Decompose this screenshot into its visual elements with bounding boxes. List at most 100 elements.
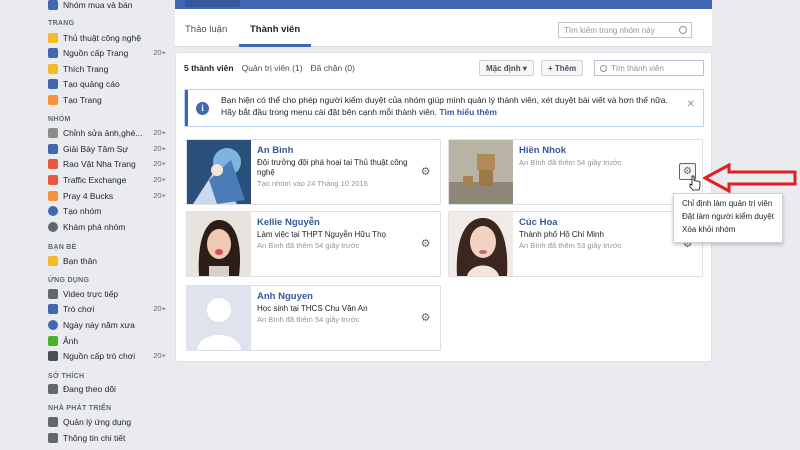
sidebar-item-insights[interactable]: Thông tin chi tiết — [48, 431, 166, 444]
plus-icon — [48, 205, 58, 216]
sidebar-item-create-ad[interactable]: Tạo quảng cáo — [48, 77, 166, 90]
member-card: Cúc Hoa Thành phố Hồ Chí Minh An Bình đã… — [448, 211, 703, 277]
feed-icon — [48, 47, 58, 58]
sidebar-item-live-video[interactable]: Video trực tiếp — [48, 287, 166, 300]
group-cover — [175, 0, 712, 9]
sidebar-item-games[interactable]: Trò chơi 20+ — [48, 302, 166, 315]
sidebar-item-discover-groups[interactable]: Khám phá nhóm — [48, 220, 166, 233]
member-options-menu: Chỉ định làm quản trị viên Đặt làm người… — [673, 193, 783, 243]
tab-all-members[interactable]: 5 thành viên — [184, 63, 234, 73]
sidebar-item-group-photo-edit[interactable]: Chỉnh sửa ảnh,ghé... 20+ — [48, 126, 166, 139]
avatar[interactable] — [187, 140, 251, 204]
annotation-arrow-icon — [703, 163, 797, 193]
cover-badge — [185, 0, 240, 7]
member-description: Học sinh tại THCS Chu Văn An — [257, 304, 368, 313]
sidebar-item-close-friends[interactable]: Bạn thân — [48, 254, 166, 267]
tab-admins[interactable]: Quản trị viên (1) — [242, 63, 303, 73]
member-name[interactable]: Anh Nguyen — [257, 291, 417, 302]
sidebar-section-pages: TRANG — [48, 20, 75, 27]
controller-icon — [48, 350, 58, 361]
member-meta: An Bình đã thêm 54 giây trước — [257, 315, 360, 324]
left-sidebar: Nhóm mua và bán TRANG Thủ thuật công ngh… — [0, 0, 168, 450]
sidebar-section-groups: NHÓM — [48, 116, 71, 123]
close-icon[interactable]: ✕ — [687, 99, 695, 111]
member-filter-tabs: 5 thành viên Quản trị viên (1) Đã chặn (… — [184, 63, 355, 73]
sidebar-item-create-page[interactable]: Tạo Trang — [48, 93, 166, 106]
compass-icon — [48, 221, 58, 232]
page-icon — [48, 383, 58, 394]
sidebar-item-like-pages[interactable]: Thích Trang — [48, 62, 166, 75]
sidebar-item-group-traffic[interactable]: Traffic Exchange 20+ — [48, 173, 166, 186]
add-member-button[interactable]: + Thêm — [541, 60, 584, 76]
member-name[interactable]: Hiền Nhok — [519, 145, 679, 156]
sidebar-item-buy-sell-groups[interactable]: Nhóm mua và bán — [48, 0, 166, 11]
member-name[interactable]: An Bình — [257, 145, 417, 156]
avatar[interactable] — [449, 140, 513, 204]
member-name[interactable]: Kellie Nguyễn — [257, 217, 417, 228]
tab-blocked[interactable]: Đã chặn (0) — [311, 63, 355, 73]
sidebar-section-friends: BẠN BÈ — [48, 244, 77, 251]
member-card: Anh Nguyen Học sinh tại THCS Chu Văn An … — [186, 285, 441, 351]
member-description: Đội trưởng đội phá hoại tại Thủ thuật cô… — [257, 158, 408, 177]
group-icon — [48, 143, 58, 154]
gear-icon[interactable]: ⚙ — [420, 239, 431, 250]
sidebar-item-games-feed[interactable]: Nguồn cấp trò chơi 20+ — [48, 349, 166, 362]
sidebar-item-photos[interactable]: Ảnh — [48, 334, 166, 347]
wrench-icon — [48, 416, 58, 427]
member-name[interactable]: Cúc Hoa — [519, 217, 679, 228]
member-meta: An Bình đã thêm 54 giây trước — [257, 241, 360, 250]
group-icon — [48, 190, 58, 201]
search-icon — [679, 26, 687, 34]
tab-discussion[interactable]: Thảo luận — [185, 24, 227, 35]
member-meta: Tạo nhóm vào 24 Tháng 10 2016 — [257, 179, 368, 188]
gear-icon[interactable]: ⚙ — [420, 167, 431, 178]
menu-item-make-admin[interactable]: Chỉ định làm quản trị viên — [674, 197, 782, 210]
flag-icon — [48, 32, 58, 43]
avatar[interactable] — [449, 212, 513, 276]
star-icon — [48, 255, 58, 266]
group-tabs-bar: Thảo luận Thành viên Tìm kiếm trong nhóm… — [175, 9, 712, 47]
group-search-input[interactable]: Tìm kiếm trong nhóm này — [558, 22, 692, 38]
video-icon — [48, 288, 58, 299]
member-description: Làm việc tại THPT Nguyễn Hữu Thọ — [257, 230, 386, 239]
member-meta: An Bình đã thêm 54 giây trước — [519, 158, 622, 167]
learn-more-link[interactable]: Tìm hiểu thêm — [439, 107, 497, 117]
gear-icon[interactable]: ⚙ — [420, 313, 431, 324]
group-icon — [48, 158, 58, 169]
avatar[interactable] — [187, 212, 251, 276]
member-search-input[interactable]: Tìm thành viên — [594, 60, 704, 76]
active-tab-indicator — [239, 44, 311, 47]
member-card: Kellie Nguyễn Làm việc tại THPT Nguyễn H… — [186, 211, 441, 277]
flag-icon — [48, 94, 58, 105]
search-icon — [600, 65, 607, 72]
moderator-notice: i Bạn hiện có thể cho phép người kiểm du… — [184, 89, 704, 127]
group-icon — [48, 127, 58, 138]
sidebar-item-create-group[interactable]: Tạo nhóm — [48, 204, 166, 217]
ads-icon — [48, 78, 58, 89]
member-description: Thành phố Hồ Chí Minh — [519, 230, 604, 239]
sidebar-item-group-confide[interactable]: Giải Bày Tâm Sự 20+ — [48, 142, 166, 155]
sort-button[interactable]: Mặc định ▾ — [479, 60, 534, 76]
sidebar-item-group-nha-trang[interactable]: Rao Vặt Nha Trang 20+ — [48, 157, 166, 170]
avatar[interactable] — [187, 286, 251, 350]
sidebar-section-interests: SỞ THÍCH — [48, 373, 85, 380]
sidebar-item-manage-apps[interactable]: Quản lý ứng dụng — [48, 415, 166, 428]
menu-item-make-moderator[interactable]: Đặt làm người kiểm duyệt — [674, 210, 782, 223]
menu-item-remove-from-group[interactable]: Xóa khỏi nhóm — [674, 223, 782, 236]
sidebar-item-tech-tips[interactable]: Thủ thuật công nghệ — [48, 31, 166, 44]
sidebar-item-group-pray[interactable]: Pray 4 Bucks 20+ — [48, 189, 166, 202]
member-card: Hiền Nhok An Bình đã thêm 54 giây trước … — [448, 139, 703, 205]
sidebar-section-apps: ỨNG DỤNG — [48, 277, 90, 284]
sidebar-item-following[interactable]: Đang theo dõi — [48, 382, 166, 395]
sidebar-section-developer: NHÀ PHÁT TRIỂN — [48, 405, 112, 412]
sidebar-item-pages-feed[interactable]: Nguồn cấp Trang 20+ — [48, 46, 166, 59]
members-panel: 5 thành viên Quản trị viên (1) Đã chặn (… — [175, 52, 712, 362]
tag-icon — [48, 0, 58, 10]
group-icon — [48, 174, 58, 185]
sidebar-item-on-this-day[interactable]: Ngày này năm xưa — [48, 318, 166, 331]
tab-members[interactable]: Thành viên — [250, 24, 300, 35]
member-card: An Bình Đội trưởng đội phá hoại tại Thủ … — [186, 139, 441, 205]
flag-icon — [48, 63, 58, 74]
info-icon: i — [196, 102, 209, 115]
photo-icon — [48, 335, 58, 346]
